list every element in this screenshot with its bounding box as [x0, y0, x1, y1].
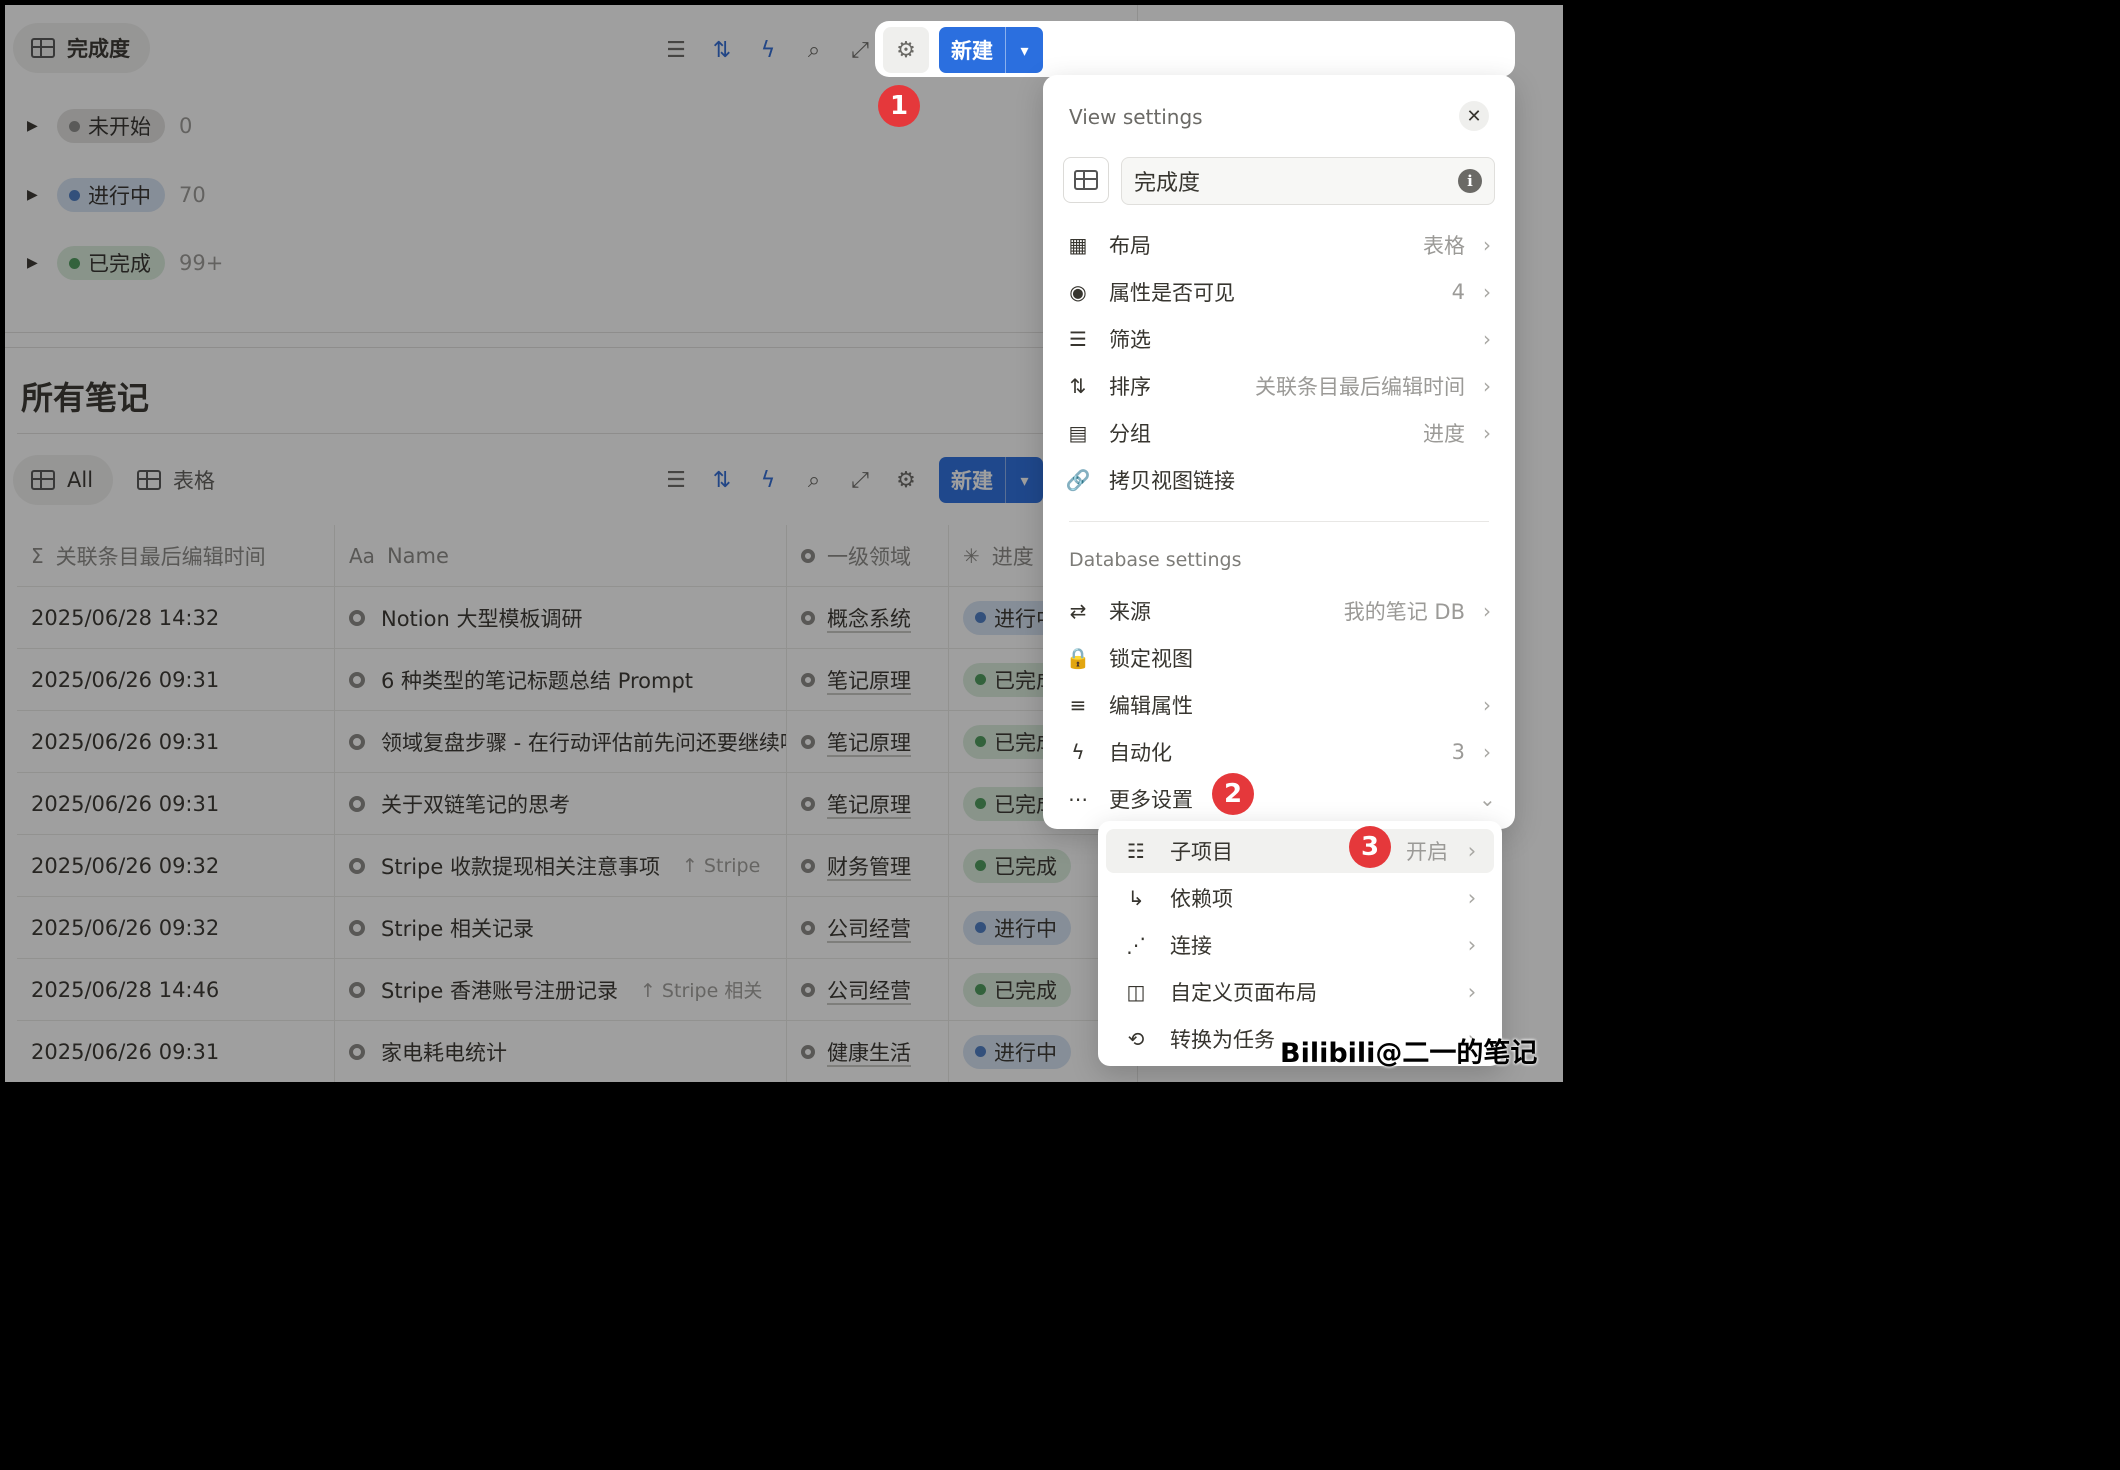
group-icon: ▤ [1068, 421, 1088, 445]
view-name-input[interactable]: 完成度 i [1121, 157, 1495, 205]
connect-icon: ⋰ [1126, 933, 1146, 957]
menu-item[interactable]: 🔒 锁定视图 [1063, 635, 1495, 681]
menu-item-label: 拷贝视图链接 [1109, 469, 1235, 493]
step-badge-2: 2 [1212, 773, 1254, 815]
chevron-right-icon: › [1483, 693, 1491, 717]
menu-item-label: 属性是否可见 [1109, 281, 1235, 305]
submenu-item-label: 连接 [1170, 934, 1212, 958]
submenu-item[interactable]: ⋰ 连接 › [1106, 923, 1494, 967]
chevron-down-icon[interactable]: ▾ [1005, 27, 1043, 73]
menu-item-label: 更多设置 [1109, 788, 1193, 812]
submenu-item[interactable]: ◫ 自定义页面布局 › [1106, 970, 1494, 1014]
menu-item[interactable]: ⇅ 排序 关联条目最后编辑时间 › [1063, 363, 1495, 409]
app-frame: 完成度 ☰ ⇅ ϟ ⌕ ⤢ ▶ 未开始 0 ▶ 进行中 70 ▶ 已完成 99+ 所有笔记 Al… [5, 5, 1563, 1082]
menu-item-value: 表格 [1423, 234, 1465, 258]
chevron-right-icon: › [1467, 886, 1477, 910]
menu-item-value: 4 [1451, 280, 1465, 304]
menu-item[interactable]: ≡ 编辑属性 › [1063, 682, 1495, 728]
submenu-item[interactable]: ☷ 子项目 开启 › [1106, 829, 1494, 873]
step-badge-3: 3 [1349, 826, 1391, 868]
info-icon[interactable]: i [1458, 169, 1482, 193]
menu-item[interactable]: ϟ 自动化 3 › [1063, 729, 1495, 775]
new-button-label: 新建 [951, 39, 993, 63]
database-settings-heading: Database settings [1069, 549, 1242, 571]
submenu-item[interactable]: ↳ 依赖项 › [1106, 876, 1494, 920]
menu-item-label: 自动化 [1109, 741, 1172, 765]
chevron-right-icon: › [1467, 839, 1477, 863]
lock-icon: 🔒 [1065, 646, 1091, 670]
menu-item-value: 进度 [1423, 422, 1465, 446]
sub-items-icon: ☷ [1127, 839, 1145, 863]
watermark: Bilibili@二一的笔记 [1280, 1038, 1538, 1069]
chevron-down-icon: ⌄ [1479, 787, 1496, 811]
menu-item-label: 分组 [1109, 422, 1151, 446]
bolt-icon: ϟ [1071, 740, 1085, 764]
menu-item-label: 筛选 [1109, 328, 1151, 352]
view-settings-panel: View settings ✕ 完成度 i ▦ 布局 表格 › ◉ 属性是否可见 4 › ☰ 筛选… [1043, 75, 1515, 829]
menu-item[interactable]: ☰ 筛选 › [1063, 316, 1495, 362]
source-icon: ⇄ [1069, 599, 1087, 623]
menu-item-value: 关联条目最后编辑时间 [1255, 375, 1465, 399]
menu-item-label: 来源 [1109, 600, 1151, 624]
highlighted-toolbar: ⚙ 新建 ▾ [883, 27, 1043, 73]
menu-item-value: 3 [1451, 740, 1465, 764]
eye-icon: ◉ [1069, 280, 1087, 304]
table-icon [1074, 170, 1098, 190]
view-name-value: 完成度 [1134, 171, 1201, 196]
step-badge-1: 1 [878, 85, 920, 127]
view-icon-button[interactable] [1063, 157, 1109, 203]
chevron-right-icon: › [1483, 599, 1491, 623]
more-icon: ⋯ [1068, 787, 1088, 811]
menu-item[interactable]: 🔗 拷贝视图链接 [1063, 457, 1495, 503]
menu-item[interactable]: ▦ 布局 表格 › [1063, 222, 1495, 268]
dependency-icon: ↳ [1127, 886, 1145, 910]
submenu-item-label: 依赖项 [1170, 887, 1233, 911]
menu-item-label: 锁定视图 [1109, 647, 1193, 671]
link-icon: 🔗 [1065, 468, 1091, 492]
menu-item-label: 排序 [1109, 375, 1151, 399]
menu-item[interactable]: ◉ 属性是否可见 4 › [1063, 269, 1495, 315]
more-settings-submenu: ☷ 子项目 开启 › ↳ 依赖项 › ⋰ 连接 › ◫ 自定义页面布局 › ⟲ 转换为任务 › [1098, 821, 1502, 1066]
convert-icon: ⟲ [1127, 1027, 1145, 1051]
menu-item-label: 编辑属性 [1109, 694, 1193, 718]
panel-title: View settings [1069, 105, 1203, 129]
chevron-right-icon: › [1483, 280, 1491, 304]
chevron-right-icon: › [1467, 933, 1477, 957]
chevron-right-icon: › [1483, 233, 1491, 257]
menu-item-label: 布局 [1109, 234, 1151, 258]
menu-item[interactable]: ⇄ 来源 我的笔记 DB › [1063, 588, 1495, 634]
submenu-item-label: 自定义页面布局 [1170, 981, 1317, 1005]
settings-sliders-icon[interactable]: ⚙ [883, 27, 929, 73]
close-icon[interactable]: ✕ [1459, 101, 1489, 131]
new-button[interactable]: 新建 ▾ [939, 27, 1043, 73]
divider [1069, 521, 1489, 522]
menu-item-value: 我的笔记 DB [1343, 600, 1465, 624]
filter-icon: ☰ [1069, 327, 1087, 351]
menu-item[interactable]: ▤ 分组 进度 › [1063, 410, 1495, 456]
chevron-right-icon: › [1483, 374, 1491, 398]
sort-icon: ⇅ [1069, 374, 1087, 398]
chevron-right-icon: › [1483, 327, 1491, 351]
menu-item[interactable]: ⋯ 更多设置 ⌄ [1063, 776, 1496, 822]
submenu-item-value: 开启 [1406, 840, 1448, 864]
view-name-row: 完成度 i [1063, 157, 1495, 205]
list-icon: ≡ [1069, 693, 1087, 717]
chevron-right-icon: › [1483, 740, 1491, 764]
chevron-right-icon: › [1483, 421, 1491, 445]
layout-icon: ◫ [1126, 980, 1146, 1004]
chevron-right-icon: › [1467, 980, 1477, 1004]
table-icon: ▦ [1068, 233, 1088, 257]
